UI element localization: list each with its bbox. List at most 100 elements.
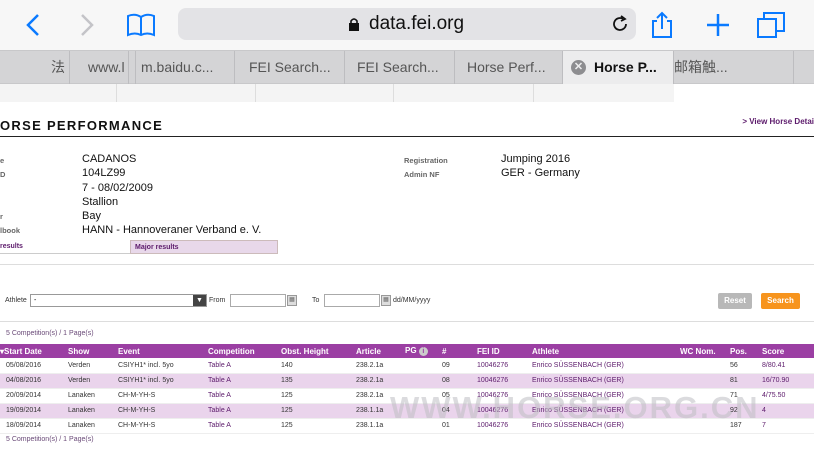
- tab-8[interactable]: 邮箱触...: [674, 51, 794, 84]
- tab-label: FEI Search...: [357, 59, 439, 75]
- table-cell: 4/75.50: [756, 388, 814, 404]
- address-bar[interactable]: data.fei.org: [178, 8, 636, 40]
- forward-button[interactable]: [72, 10, 102, 40]
- horse-studbook: HANN - Hannoveraner Verband e. V.: [82, 224, 262, 236]
- to-date-input[interactable]: [324, 294, 380, 307]
- table-cell: CH-M-YH-S: [112, 403, 202, 419]
- table-cell: CH-M-YH-S: [112, 418, 202, 434]
- table-cell: 8/80.41: [756, 358, 814, 374]
- site-nav-strip: [0, 84, 674, 102]
- tab-label: FEI Search...: [249, 59, 331, 75]
- tab-3[interactable]: m.baidu.c...: [128, 51, 235, 84]
- col-article[interactable]: Article: [350, 344, 399, 358]
- tab-results[interactable]: results: [0, 240, 130, 254]
- table-cell[interactable]: Table A: [202, 418, 275, 434]
- table-cell: [674, 373, 724, 389]
- tab-major-results[interactable]: Major results: [130, 240, 278, 254]
- tab-label: m.baidu.c...: [141, 59, 214, 75]
- col-start-date[interactable]: ▾Start Date: [0, 344, 62, 358]
- reset-button[interactable]: Reset: [718, 293, 752, 309]
- tab-label: Horse P...: [594, 59, 657, 75]
- table-cell: 238.2.1a: [350, 358, 399, 374]
- table-cell: 7: [756, 418, 814, 434]
- url-text: data.fei.org: [369, 13, 465, 34]
- tab-5[interactable]: FEI Search...: [345, 51, 455, 84]
- filter-bar: Athlete - ▼ From ▦ To ▦ dd/MM/yyyy Reset…: [0, 264, 814, 322]
- athlete-select[interactable]: - ▼: [30, 294, 207, 307]
- close-tab-icon[interactable]: ✕: [571, 60, 586, 75]
- table-cell[interactable]: Table A: [202, 358, 275, 374]
- table-row: 04/08/2016 Verden CSIYH1* incl. 5yo Table A…: [0, 373, 814, 389]
- info-label-colour: r: [0, 212, 3, 221]
- table-cell: CSIYH1* incl. 5yo: [112, 358, 202, 374]
- tab-major-results-label: Major results: [135, 244, 179, 251]
- table-cell: Lanaken: [62, 418, 112, 434]
- date-format-hint: dd/MM/yyyy: [393, 297, 431, 304]
- table-cell: 04/08/2016: [0, 373, 62, 389]
- col-athlete[interactable]: Athlete: [526, 344, 674, 358]
- table-cell[interactable]: Table A: [202, 373, 275, 389]
- page-content: ORSE PERFORMANCE > View Horse Detai e D …: [0, 102, 814, 458]
- table-cell: [399, 373, 436, 389]
- table-cell[interactable]: Enrico SÜSSENBACH (GER): [526, 373, 674, 389]
- col-pos[interactable]: Pos.: [724, 344, 756, 358]
- info-label-studbook: lbook: [0, 226, 20, 235]
- athlete-label: Athlete: [5, 297, 27, 304]
- table-cell[interactable]: 10046276: [471, 373, 526, 389]
- info-icon[interactable]: i: [418, 347, 428, 356]
- horse-age-birth: 7 - 08/02/2009: [82, 182, 153, 194]
- tab-2[interactable]: www.l: [70, 51, 136, 84]
- reload-icon[interactable]: [610, 14, 630, 34]
- col-competition[interactable]: Competition: [202, 344, 275, 358]
- share-button[interactable]: [647, 10, 677, 40]
- table-row: 05/08/2016 Verden CSIYH1* incl. 5yo Table A…: [0, 358, 814, 374]
- col-pg[interactable]: PG i: [399, 344, 436, 358]
- back-button[interactable]: [18, 10, 48, 40]
- view-horse-detail-link[interactable]: > View Horse Detai: [742, 117, 814, 126]
- table-cell: 19/09/2014: [0, 403, 62, 419]
- tab-4[interactable]: FEI Search...: [235, 51, 345, 84]
- watermark: WWW.HORSE.ORG.CN: [390, 390, 760, 425]
- info-label-admin-nf: Admin NF: [404, 170, 440, 179]
- bookmarks-button[interactable]: [126, 10, 156, 40]
- calendar-icon[interactable]: ▦: [381, 295, 391, 306]
- tab-label: 法: [51, 59, 65, 75]
- col-show[interactable]: Show: [62, 344, 112, 358]
- table-cell: [674, 358, 724, 374]
- col-obst-height[interactable]: Obst. Height: [275, 344, 350, 358]
- table-cell: 56: [724, 358, 756, 374]
- table-cell[interactable]: Table A: [202, 403, 275, 419]
- table-cell: 81: [724, 373, 756, 389]
- calendar-icon[interactable]: ▦: [287, 295, 297, 306]
- table-cell: 125: [275, 418, 350, 434]
- tab-6[interactable]: Horse Perf...: [455, 51, 563, 84]
- col-wc-nom[interactable]: WC Nom.: [674, 344, 724, 358]
- table-cell[interactable]: Table A: [202, 388, 275, 404]
- table-header-row: ▾Start Date Show Event Competition Obst.…: [0, 344, 814, 358]
- info-label-registration: Registration: [404, 156, 448, 165]
- table-cell: 125: [275, 403, 350, 419]
- search-button[interactable]: Search: [761, 293, 800, 309]
- tabs-overview-button[interactable]: [756, 10, 786, 40]
- from-date-input[interactable]: [230, 294, 286, 307]
- table-cell[interactable]: Enrico SÜSSENBACH (GER): [526, 358, 674, 374]
- tab-1[interactable]: 法: [0, 51, 70, 84]
- col-start-date-label: Start Date: [4, 346, 42, 356]
- table-cell: 08: [436, 373, 471, 389]
- tab-active[interactable]: ✕ Horse P...: [563, 51, 674, 84]
- share-icon: [652, 11, 672, 38]
- browser-toolbar: data.fei.org: [0, 0, 814, 50]
- table-cell: 05/08/2016: [0, 358, 62, 374]
- athlete-select-value: -: [34, 297, 37, 304]
- new-tab-button[interactable]: [703, 10, 733, 40]
- tab-label: www.l: [88, 59, 125, 75]
- book-icon: [127, 13, 155, 37]
- to-label: To: [312, 297, 320, 304]
- col-score[interactable]: Score: [756, 344, 814, 358]
- table-cell: 238.2.1a: [350, 373, 399, 389]
- col-event[interactable]: Event: [112, 344, 202, 358]
- col-fei-id[interactable]: FEI ID: [471, 344, 526, 358]
- col-number[interactable]: #: [436, 344, 471, 358]
- table-cell: 140: [275, 358, 350, 374]
- table-cell[interactable]: 10046276: [471, 358, 526, 374]
